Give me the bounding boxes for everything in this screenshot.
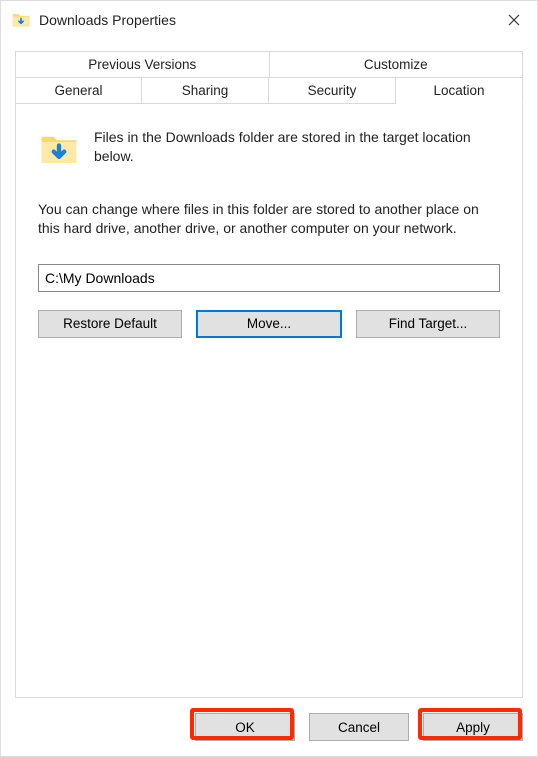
- tab-location[interactable]: Location: [396, 78, 523, 104]
- move-button[interactable]: Move...: [196, 310, 342, 338]
- find-target-button[interactable]: Find Target...: [356, 310, 500, 338]
- downloads-folder-icon: [11, 10, 31, 30]
- dialog-content: Previous Versions Customize General Shar…: [1, 39, 537, 698]
- cancel-button[interactable]: Cancel: [309, 713, 409, 741]
- titlebar: Downloads Properties: [1, 1, 537, 39]
- downloads-folder-icon: [38, 128, 80, 170]
- dialog-footer: OK Cancel Apply: [1, 698, 537, 756]
- apply-button[interactable]: Apply: [423, 713, 523, 741]
- properties-dialog: Downloads Properties Previous Versions C…: [0, 0, 538, 757]
- tab-panel-location: Files in the Downloads folder are stored…: [15, 104, 523, 698]
- window-title: Downloads Properties: [39, 12, 491, 28]
- restore-default-button[interactable]: Restore Default: [38, 310, 182, 338]
- tabs-row-bottom: General Sharing Security Location: [15, 78, 523, 104]
- tab-security[interactable]: Security: [269, 78, 396, 104]
- tab-general[interactable]: General: [15, 78, 142, 104]
- close-button[interactable]: [491, 1, 537, 39]
- tab-sharing[interactable]: Sharing: [142, 78, 269, 104]
- ok-button[interactable]: OK: [195, 713, 295, 741]
- intro-text: Files in the Downloads folder are stored…: [94, 128, 500, 166]
- tab-customize[interactable]: Customize: [270, 51, 524, 78]
- tabs-row-top: Previous Versions Customize: [15, 51, 523, 78]
- location-path-input[interactable]: [38, 264, 500, 292]
- location-buttons-row: Restore Default Move... Find Target...: [38, 310, 500, 338]
- tab-previous-versions[interactable]: Previous Versions: [15, 51, 270, 78]
- close-icon: [508, 14, 520, 26]
- description-text: You can change where files in this folde…: [38, 200, 500, 238]
